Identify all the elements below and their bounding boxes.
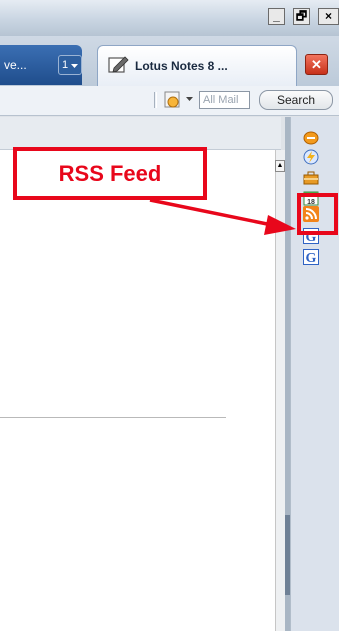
rss-feed-highlight <box>297 193 338 235</box>
callout-arrow <box>149 198 296 235</box>
